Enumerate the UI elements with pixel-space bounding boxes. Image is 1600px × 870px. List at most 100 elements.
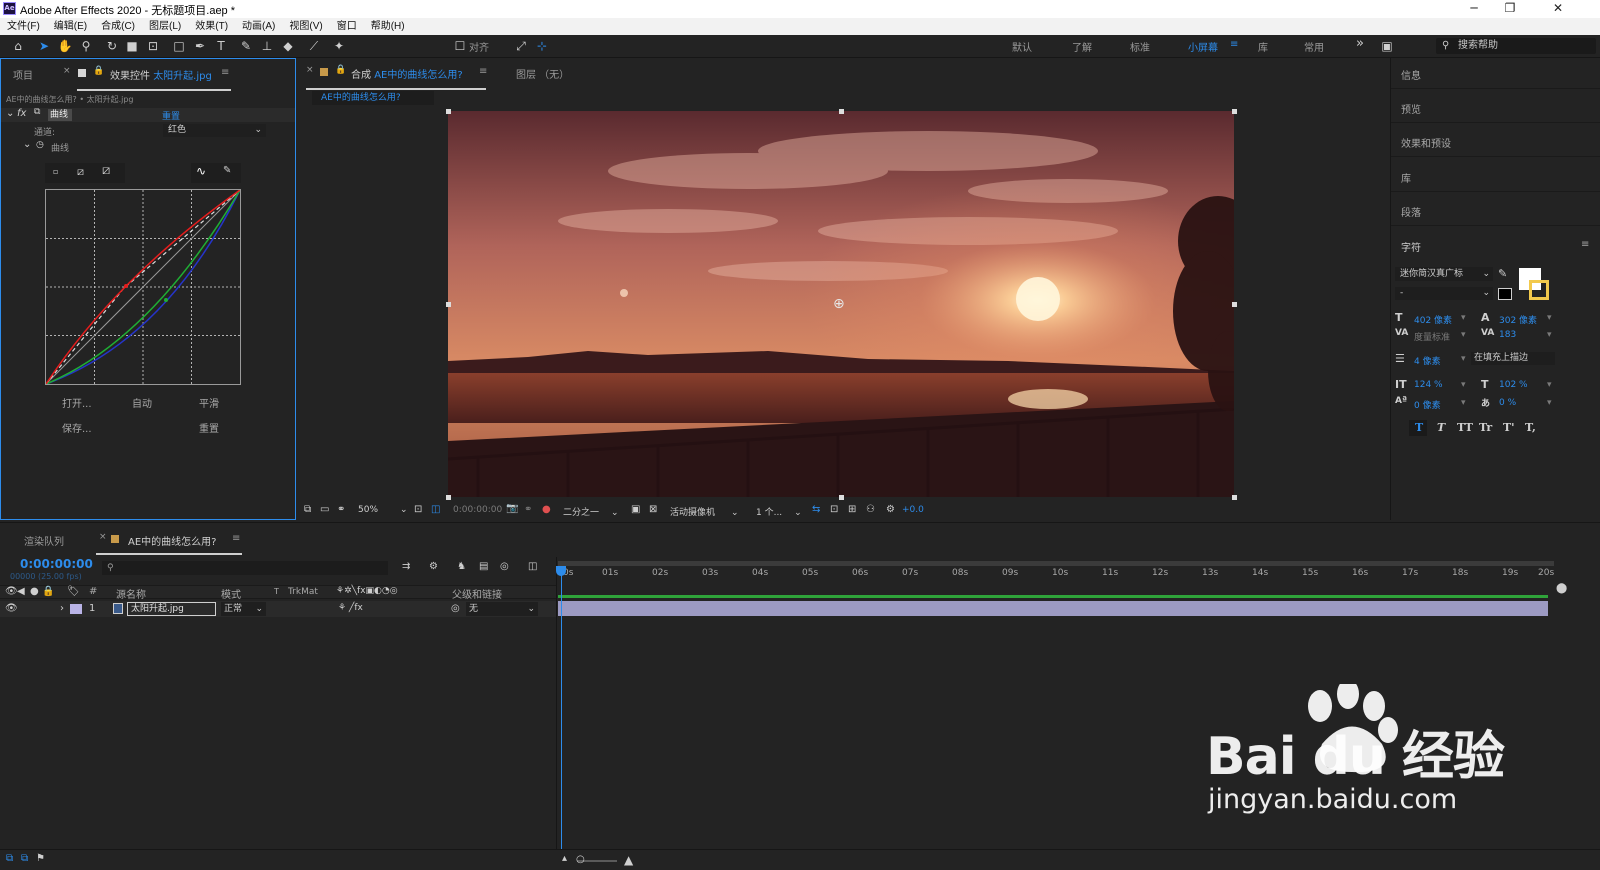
snap-options-icon[interactable]: ⊹ bbox=[533, 38, 551, 55]
selection-tool-icon[interactable]: ➤ bbox=[35, 38, 53, 55]
more-workspaces-icon[interactable]: » bbox=[1356, 36, 1364, 51]
pencil-curve-tool-icon[interactable]: ✎ bbox=[223, 165, 231, 176]
large-graph-icon[interactable]: ⧄ bbox=[102, 163, 110, 178]
draft-3d-icon[interactable]: ⚙ bbox=[429, 561, 438, 572]
chevron-down-icon[interactable]: ▾ bbox=[1547, 398, 1552, 408]
stroke-color-accent-swatch[interactable] bbox=[1529, 280, 1549, 300]
align-checkbox[interactable]: ☐ bbox=[454, 38, 466, 55]
small-graph-icon[interactable]: ▫ bbox=[53, 167, 58, 176]
hide-shy-layers-icon[interactable]: ♞ bbox=[457, 561, 466, 572]
transparency-grid-icon[interactable]: ⊠ bbox=[649, 504, 657, 515]
minimize-button[interactable]: ─ bbox=[1456, 1, 1492, 15]
chevron-down-icon[interactable]: ▾ bbox=[1461, 313, 1466, 323]
faux-bold-button[interactable]: T bbox=[1415, 421, 1423, 434]
timeline-icon[interactable]: ⊞ bbox=[848, 504, 856, 515]
info-panel-header[interactable]: 信息 bbox=[1401, 67, 1421, 82]
layer-label-color[interactable] bbox=[70, 604, 82, 614]
time-ruler[interactable]: 0s 01s 02s 03s 04s 05s 06s 07s 08s 09s 1… bbox=[558, 566, 1554, 582]
curves-smooth-button[interactable]: 平滑 bbox=[199, 395, 219, 410]
color-channel-icon[interactable]: ● bbox=[542, 504, 551, 515]
chevron-down-icon[interactable]: ▾ bbox=[1461, 380, 1466, 390]
tsume-value[interactable]: 0 % bbox=[1499, 398, 1516, 408]
composition-mini-flowchart-icon[interactable]: ⇉ bbox=[402, 561, 410, 572]
menu-animation[interactable]: 动画(A) bbox=[235, 18, 282, 35]
stroke-type-dropdown[interactable]: 在填充上描边 bbox=[1471, 352, 1555, 365]
comp-flow-subtab[interactable]: AE中的曲线怎么用? bbox=[312, 91, 434, 105]
comp-panel-menu-icon[interactable]: ≡ bbox=[479, 66, 487, 77]
eyedropper-icon[interactable]: ✎ bbox=[1498, 267, 1507, 280]
zoom-dropdown[interactable]: 50% ⌄ bbox=[358, 505, 408, 515]
search-panel-icon[interactable]: ▣ bbox=[1378, 38, 1396, 55]
exposure-value[interactable]: +0.0 bbox=[902, 505, 924, 515]
stroke-width-value[interactable]: 4 像素 bbox=[1414, 354, 1441, 367]
all-caps-button[interactable]: TT bbox=[1457, 421, 1473, 434]
channel-dropdown[interactable]: 红色 ⌄ bbox=[163, 124, 266, 137]
tab-timeline-comp[interactable]: AE中的曲线怎么用? bbox=[128, 533, 216, 548]
stopwatch-icon[interactable]: ◷ bbox=[36, 140, 44, 150]
mode-header[interactable]: 模式 bbox=[221, 586, 241, 601]
menu-effect[interactable]: 效果(T) bbox=[188, 18, 235, 35]
tab-layer[interactable]: 图层 （无） bbox=[516, 66, 569, 81]
effects-presets-panel-header[interactable]: 效果和预设 bbox=[1401, 135, 1451, 150]
timeline-panel-menu-icon[interactable]: ≡ bbox=[232, 533, 240, 544]
layer-visibility-icon[interactable]: 👁 bbox=[5, 603, 18, 614]
menu-window[interactable]: 窗口 bbox=[330, 18, 364, 35]
fit-icon[interactable]: ⊡ bbox=[414, 504, 422, 515]
anchor-point-icon[interactable]: ⊕ bbox=[833, 296, 845, 312]
stroke-color-swatch[interactable] bbox=[1498, 288, 1512, 300]
font-family-dropdown[interactable]: 迷你简汉真广标 ⌄ bbox=[1395, 267, 1493, 281]
effect-reset-link[interactable]: 重置 bbox=[162, 109, 180, 122]
lock-column-icon[interactable]: 🔒 bbox=[42, 586, 54, 597]
workspace-standard[interactable]: 标准 bbox=[1130, 39, 1150, 54]
kerning-value[interactable]: 度量标准 bbox=[1414, 330, 1450, 343]
chevron-down-icon[interactable]: ▾ bbox=[1547, 330, 1552, 340]
transform-handle[interactable] bbox=[1232, 302, 1237, 307]
render-time-icon[interactable]: ⚑ bbox=[36, 853, 45, 864]
fast-preview-icon[interactable]: ⊡ bbox=[830, 504, 838, 515]
panel-menu-icon[interactable]: ≡ bbox=[221, 67, 229, 78]
workspace-small-screen[interactable]: 小屏幕 bbox=[1188, 39, 1218, 54]
menu-file[interactable]: 文件(F) bbox=[0, 18, 47, 35]
current-timecode[interactable]: 0:00:00:00 bbox=[20, 557, 93, 571]
clone-stamp-tool-icon[interactable]: ⊥ bbox=[258, 38, 276, 55]
expand-effect-chevron-icon[interactable]: ⌄ bbox=[6, 108, 14, 119]
viewer-timecode[interactable]: 0:00:00:00 bbox=[453, 505, 502, 515]
region-of-interest-icon[interactable]: ▣ bbox=[631, 504, 640, 515]
vertical-scale-value[interactable]: 124 % bbox=[1414, 380, 1443, 390]
transform-handle[interactable] bbox=[839, 109, 844, 114]
menu-composition[interactable]: 合成(C) bbox=[94, 18, 142, 35]
hand-tool-icon[interactable]: ✋ bbox=[56, 38, 74, 55]
pen-tool-icon[interactable]: ✒ bbox=[191, 38, 209, 55]
snap-icon[interactable]: ⤢ bbox=[512, 38, 530, 55]
solo-toggle-icon[interactable]: ● bbox=[30, 586, 39, 597]
video-toggle-icon[interactable]: 👁 bbox=[5, 586, 18, 597]
search-help-input[interactable]: ⚲ 搜索帮助 bbox=[1436, 38, 1596, 54]
chevron-down-icon[interactable]: ▾ bbox=[1461, 398, 1466, 408]
camera-dropdown[interactable]: 活动摄像机 ⌄ bbox=[670, 505, 739, 518]
frame-blending-icon[interactable]: ▤ bbox=[479, 561, 488, 572]
workspace-common[interactable]: 常用 bbox=[1304, 39, 1324, 54]
transform-handle[interactable] bbox=[446, 302, 451, 307]
leading-value[interactable]: 302 像素 bbox=[1499, 313, 1537, 326]
label-column-icon[interactable]: 🏷 bbox=[67, 586, 80, 597]
menu-layer[interactable]: 图层(L) bbox=[142, 18, 188, 35]
curves-open-button[interactable]: 打开... bbox=[62, 395, 92, 410]
close-comp-tab-icon[interactable]: × bbox=[306, 65, 314, 75]
comp-lock-icon[interactable]: 🔒 bbox=[335, 65, 346, 75]
workspace-menu-icon[interactable]: ≡ bbox=[1230, 39, 1238, 50]
toggle-modes-icon[interactable]: ⧉ bbox=[21, 853, 28, 864]
tab-effect-controls[interactable]: 效果控件 太阳升起.jpg bbox=[110, 67, 212, 82]
menu-help[interactable]: 帮助(H) bbox=[364, 18, 412, 35]
motion-blur-icon[interactable]: ◎ bbox=[500, 561, 509, 572]
views-dropdown[interactable]: 1 个... ⌄ bbox=[756, 505, 802, 518]
expand-curves-chevron-icon[interactable]: ⌄ bbox=[23, 139, 31, 150]
expand-layer-chevron-icon[interactable]: › bbox=[60, 603, 64, 614]
close-timeline-tab-icon[interactable]: × bbox=[99, 532, 107, 542]
audio-toggle-icon[interactable]: ◀ bbox=[17, 586, 25, 597]
bezier-curve-tool-icon[interactable]: ∿ bbox=[196, 164, 206, 178]
subscript-button[interactable]: T, bbox=[1525, 421, 1536, 434]
menu-view[interactable]: 视图(V) bbox=[282, 18, 329, 35]
curves-graph[interactable] bbox=[45, 189, 241, 385]
baseline-shift-value[interactable]: 0 像素 bbox=[1414, 398, 1441, 411]
toggle-switches-icon[interactable]: ⧉ bbox=[6, 853, 13, 864]
